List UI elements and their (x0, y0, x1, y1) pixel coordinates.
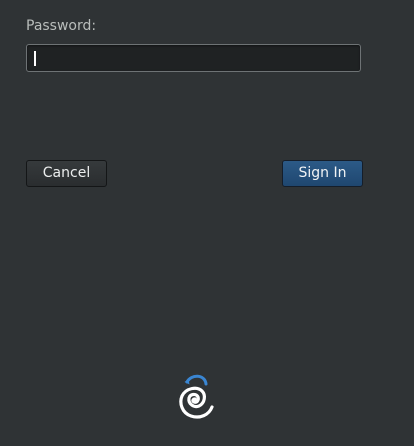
cancel-button[interactable]: Cancel (26, 160, 107, 187)
login-screen: Password: Cancel Sign In (0, 0, 414, 446)
password-label: Password: (26, 18, 97, 34)
debian-swirl-power-icon (179, 374, 214, 419)
sign-in-button[interactable]: Sign In (282, 160, 363, 187)
password-field[interactable] (26, 44, 361, 72)
password-input[interactable] (27, 45, 360, 71)
text-caret (34, 51, 36, 66)
